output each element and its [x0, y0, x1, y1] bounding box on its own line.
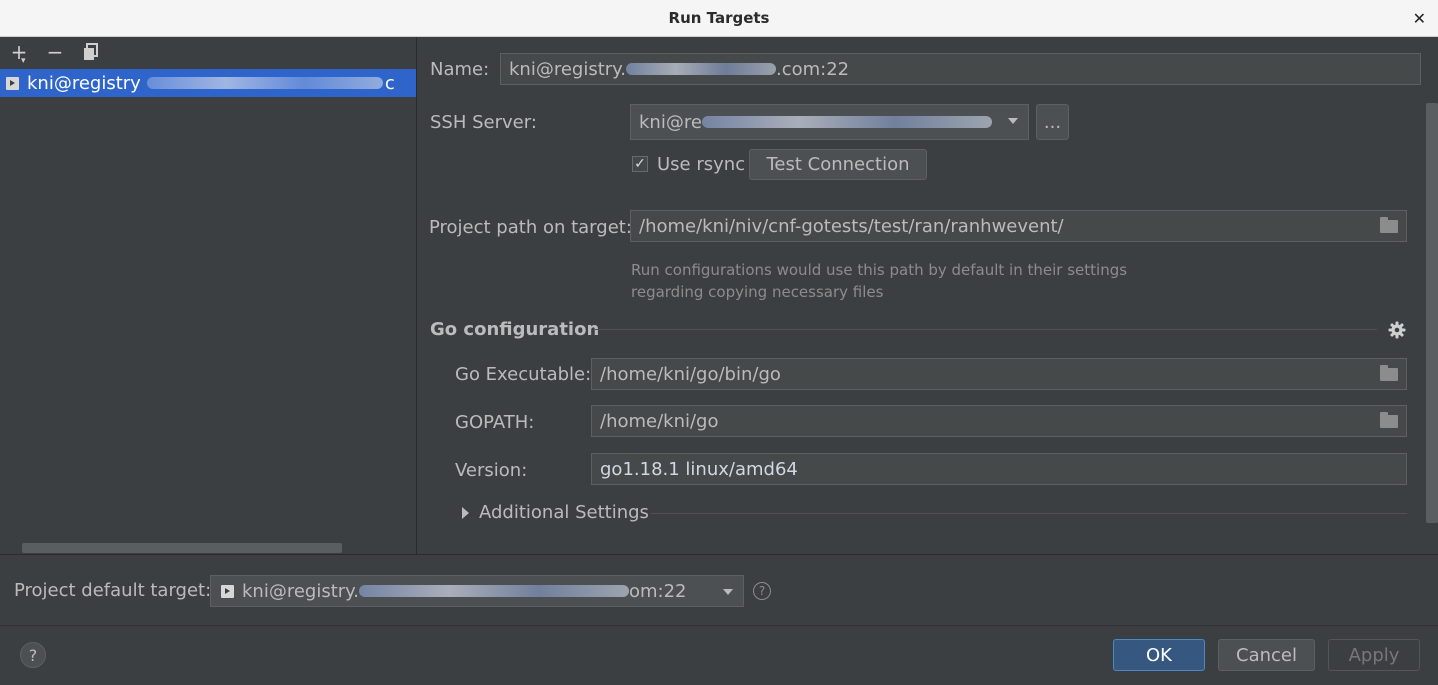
project-path-label: Project path on target:	[429, 217, 632, 238]
list-item-label: kni@registry	[27, 72, 141, 94]
title-bar: Run Targets ✕	[0, 0, 1438, 37]
apply-button[interactable]: Apply	[1328, 639, 1420, 671]
list-item[interactable]: kni@registry c	[0, 69, 416, 97]
project-path-field[interactable]: /home/kni/niv/cnf-gotests/test/ran/ranhw…	[630, 210, 1407, 242]
targets-list-pane: + ▾ − kni@registry c	[0, 37, 417, 554]
name-label: Name:	[430, 59, 490, 80]
ok-button[interactable]: OK	[1113, 639, 1205, 671]
gopath-field[interactable]: /home/kni/go	[591, 405, 1407, 437]
folder-icon[interactable]	[1380, 217, 1398, 233]
expand-triangle-icon[interactable]	[462, 507, 469, 519]
additional-settings-toggle[interactable]: Additional Settings	[479, 502, 649, 523]
help-button[interactable]: ?	[20, 642, 46, 668]
redacted-text	[358, 585, 629, 597]
copy-icon[interactable]	[80, 43, 102, 63]
go-configuration-title: Go configuration	[430, 319, 600, 340]
run-target-icon	[221, 584, 234, 598]
cancel-button[interactable]: Cancel	[1218, 639, 1315, 671]
ssh-server-label: SSH Server:	[430, 112, 537, 133]
ssh-server-browse-button[interactable]: ...	[1036, 104, 1069, 140]
target-settings-pane: Name: kni@registry. .com:22 SSH Server: …	[417, 37, 1438, 554]
chevron-down-icon	[1008, 118, 1018, 124]
chevron-down-icon	[723, 589, 733, 595]
gopath-label: GOPATH:	[455, 412, 535, 433]
gear-icon[interactable]	[1388, 321, 1406, 339]
redacted-text	[701, 116, 992, 128]
redacted-text	[146, 77, 383, 89]
vertical-scrollbar[interactable]	[1426, 103, 1438, 523]
go-executable-field[interactable]: /home/kni/go/bin/go	[591, 358, 1407, 390]
version-label: Version:	[455, 460, 528, 481]
run-target-icon	[6, 76, 19, 90]
close-icon[interactable]: ✕	[1413, 9, 1426, 28]
test-connection-button[interactable]: Test Connection	[749, 149, 927, 180]
footer-divider	[0, 625, 1438, 626]
default-target-combobox[interactable]: kni@registry. om:22	[210, 575, 744, 607]
redacted-text	[625, 63, 776, 75]
default-target-label: Project default target:	[14, 580, 212, 601]
horizontal-scrollbar[interactable]	[22, 543, 342, 553]
plus-icon[interactable]: + ▾	[8, 42, 30, 66]
version-field: go1.18.1 linux/amd64	[591, 453, 1407, 485]
project-path-hint: Run configurations would use this path b…	[631, 261, 1128, 301]
window-title: Run Targets	[668, 9, 770, 27]
minus-icon[interactable]: −	[44, 42, 66, 63]
list-item-label-tail: c	[384, 72, 395, 94]
folder-icon[interactable]	[1380, 365, 1398, 381]
folder-icon[interactable]	[1380, 412, 1398, 428]
use-rsync-label: Use rsync	[657, 154, 746, 175]
ssh-server-combobox[interactable]: kni@re	[630, 104, 1029, 140]
question-icon[interactable]: ?	[753, 582, 771, 600]
section-divider	[595, 329, 1377, 330]
go-executable-label: Go Executable:	[455, 364, 592, 385]
section-divider	[650, 513, 1407, 514]
targets-toolbar: + ▾ −	[8, 42, 102, 66]
use-rsync-checkbox[interactable]: ✓	[632, 156, 648, 172]
name-field[interactable]: kni@registry. .com:22	[500, 53, 1421, 85]
